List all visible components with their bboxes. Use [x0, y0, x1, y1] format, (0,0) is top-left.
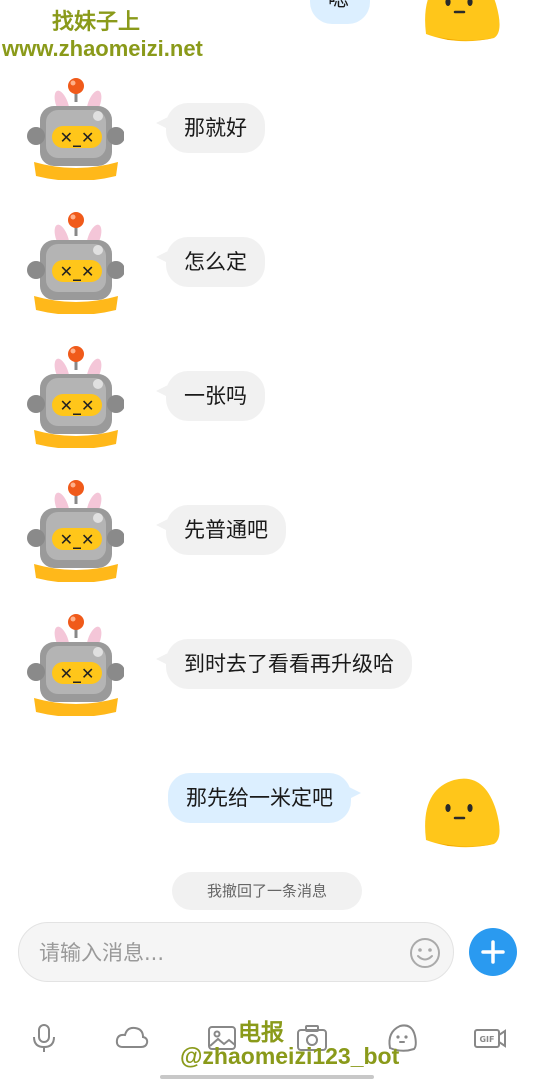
message-input[interactable] — [37, 935, 401, 971]
watermark-bottom-title: 电报 — [238, 1019, 284, 1045]
robot-avatar[interactable] — [24, 210, 124, 314]
user-avatar[interactable] — [418, 770, 502, 850]
add-button[interactable] — [469, 928, 517, 976]
robot-avatar[interactable] — [24, 478, 124, 582]
user-avatar[interactable] — [418, 0, 502, 44]
robot-avatar[interactable] — [24, 76, 124, 180]
gif-icon[interactable]: GIF — [472, 1020, 508, 1056]
home-indicator[interactable] — [160, 1075, 374, 1079]
message-bubble[interactable]: 到时去了看看再升级哈 — [156, 639, 412, 689]
message-bubble[interactable]: 嗯 — [310, 0, 370, 24]
message-bubble[interactable]: 先普通吧 — [156, 505, 286, 555]
recall-notice: 我撤回了一条消息 — [172, 872, 362, 910]
message-composer — [18, 922, 454, 982]
robot-avatar[interactable] — [24, 344, 124, 448]
mic-icon[interactable] — [26, 1020, 62, 1056]
message-bubble[interactable]: 那就好 — [156, 103, 265, 153]
message-bubble[interactable]: 怎么定 — [156, 237, 265, 287]
message-bubble[interactable]: 一张吗 — [156, 371, 265, 421]
cloud-icon[interactable] — [114, 1020, 150, 1056]
watermark-bottom-handle: @zhaomeizi123_bot — [180, 1043, 400, 1069]
emoji-icon[interactable] — [409, 937, 441, 969]
watermark-title: 找妹子上 — [52, 9, 141, 34]
plus-icon — [481, 940, 505, 964]
message-bubble[interactable]: 那先给一米定吧 — [168, 773, 361, 823]
robot-avatar[interactable] — [24, 612, 124, 716]
svg-text:GIF: GIF — [479, 1035, 494, 1044]
watermark-url: www.zhaomeizi.net — [2, 36, 203, 61]
